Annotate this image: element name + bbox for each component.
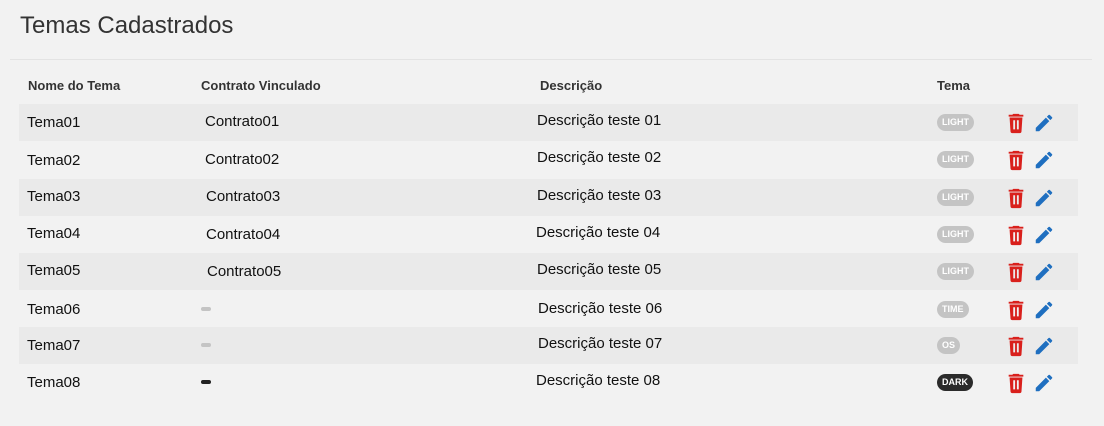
- page-title: Temas Cadastrados: [20, 12, 234, 39]
- pencil-icon[interactable]: [1033, 112, 1055, 134]
- theme-badge: LIGHT: [937, 189, 974, 206]
- pencil-icon[interactable]: [1033, 372, 1055, 394]
- cell-theme-name: Tema01: [27, 114, 81, 131]
- cell-description: Descrição teste 01: [537, 112, 662, 129]
- header-description: Descrição: [540, 78, 603, 93]
- pencil-icon[interactable]: [1033, 149, 1055, 171]
- cell-description: Descrição teste 08: [536, 372, 661, 389]
- cell-contract: Contrato01: [205, 113, 280, 130]
- table-row: Tema04 Contrato04 Descrição teste 04 LIGHT: [19, 216, 1078, 253]
- cell-theme-name: Tema08: [27, 374, 81, 391]
- trash-icon[interactable]: [1005, 299, 1027, 321]
- cell-theme-name: Tema04: [27, 225, 81, 242]
- table-row: Tema02 Contrato02 Descrição teste 02 LIGHT: [19, 141, 1078, 178]
- empty-contract-placeholder: [201, 307, 211, 311]
- theme-badge: LIGHT: [937, 151, 974, 168]
- empty-contract-placeholder: [201, 343, 211, 347]
- cell-description: Descrição teste 02: [537, 149, 662, 166]
- theme-badge: DARK: [937, 374, 973, 391]
- cell-theme-name: Tema02: [27, 152, 81, 169]
- trash-icon[interactable]: [1005, 372, 1027, 394]
- cell-contract: Contrato02: [205, 151, 280, 168]
- cell-description: Descrição teste 05: [537, 261, 662, 278]
- trash-icon[interactable]: [1005, 224, 1027, 246]
- table-row: Tema03 Contrato03 Descrição teste 03 LIGHT: [19, 179, 1078, 216]
- cell-contract: Contrato03: [206, 188, 281, 205]
- cell-theme-name: Tema03: [27, 188, 81, 205]
- title-divider: [10, 59, 1092, 60]
- pencil-icon[interactable]: [1033, 224, 1055, 246]
- cell-description: Descrição teste 07: [538, 335, 663, 352]
- cell-description: Descrição teste 04: [536, 224, 661, 241]
- table-row: Tema05 Contrato05 Descrição teste 05 LIGHT: [19, 253, 1078, 290]
- table-row: Tema06 Descrição teste 06 TIME: [19, 291, 1078, 328]
- header-theme: Tema: [937, 78, 970, 93]
- table-row: Tema08 Descrição teste 08 DARK: [19, 364, 1078, 401]
- pencil-icon[interactable]: [1033, 261, 1055, 283]
- cell-description: Descrição teste 06: [538, 300, 663, 317]
- cell-theme-name: Tema07: [27, 337, 81, 354]
- cell-contract: Contrato05: [207, 263, 282, 280]
- trash-icon[interactable]: [1005, 187, 1027, 209]
- cell-description: Descrição teste 03: [537, 187, 662, 204]
- trash-icon[interactable]: [1005, 335, 1027, 357]
- cell-theme-name: Tema06: [27, 301, 81, 318]
- table-row: Tema07 Descrição teste 07 OS: [19, 327, 1078, 364]
- trash-icon[interactable]: [1005, 261, 1027, 283]
- cell-theme-name: Tema05: [27, 262, 81, 279]
- header-contract: Contrato Vinculado: [201, 78, 321, 93]
- pencil-icon[interactable]: [1033, 299, 1055, 321]
- theme-badge: TIME: [937, 301, 969, 318]
- pencil-icon[interactable]: [1033, 187, 1055, 209]
- trash-icon[interactable]: [1005, 149, 1027, 171]
- empty-contract-placeholder: [201, 380, 211, 384]
- theme-badge: LIGHT: [937, 263, 974, 280]
- theme-badge: OS: [937, 337, 961, 354]
- table-row: Tema01 Contrato01 Descrição teste 01 LIGHT: [19, 104, 1078, 141]
- cell-contract: Contrato04: [206, 226, 281, 243]
- theme-badge: LIGHT: [937, 226, 974, 243]
- trash-icon[interactable]: [1005, 112, 1027, 134]
- header-name: Nome do Tema: [28, 78, 121, 93]
- theme-badge: LIGHT: [937, 114, 974, 131]
- pencil-icon[interactable]: [1033, 335, 1055, 357]
